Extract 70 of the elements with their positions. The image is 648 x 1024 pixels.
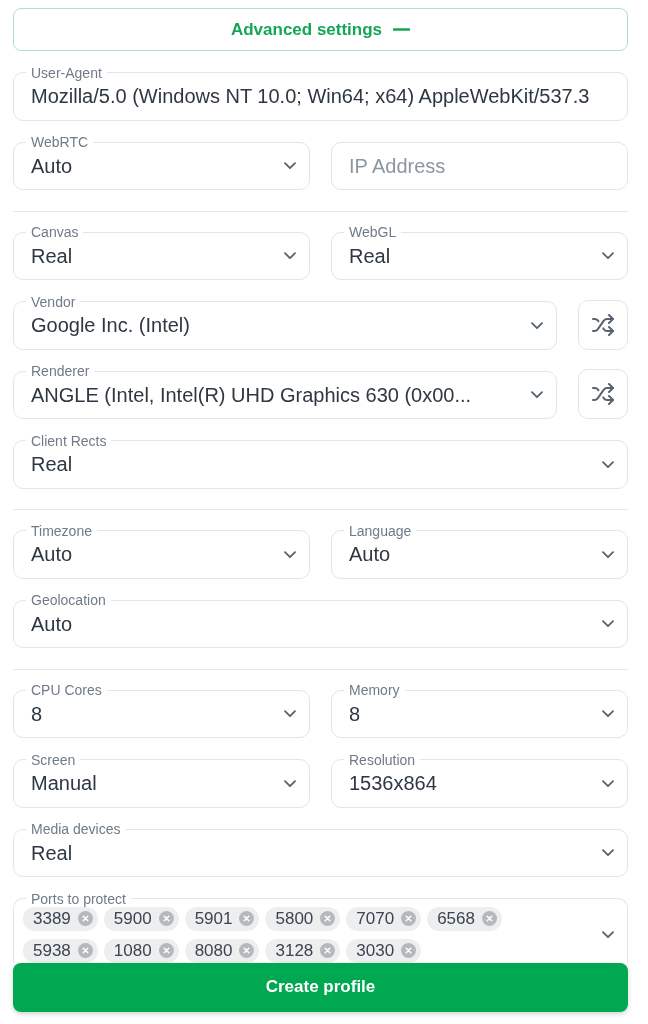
select-field[interactable]: WebRTC Auto	[13, 134, 310, 190]
chevron-down-icon	[602, 779, 614, 788]
select-field[interactable]: Memory 8	[331, 682, 628, 738]
select-field[interactable]: Timezone Auto	[13, 522, 310, 579]
select-field[interactable]: WebGL Real	[331, 224, 628, 280]
shuffle-button[interactable]	[578, 369, 628, 419]
port-tag: 3030	[346, 938, 422, 963]
field-label: Ports to protect	[30, 890, 127, 907]
port-tag: 5938	[23, 938, 98, 963]
close-icon[interactable]	[401, 911, 417, 926]
field-label: User-Agent	[30, 64, 103, 81]
select-field[interactable]: Renderer ANGLE (Intel, Intel(R) UHD Graphics 630 (0x00...	[13, 363, 557, 419]
select-field[interactable]: Geolocation Auto	[13, 592, 628, 648]
chevron-down-icon	[284, 162, 296, 170]
chevron-down-icon	[284, 550, 296, 559]
shuffle-icon	[591, 313, 615, 336]
field-label: Resolution	[348, 751, 417, 768]
select-field[interactable]: Vendor Google Inc. (Intel)	[13, 293, 557, 350]
close-icon[interactable]	[77, 943, 93, 958]
field-label: Canvas	[30, 224, 80, 240]
port-tag: 5900	[103, 906, 179, 931]
port-tag: 5901	[184, 906, 260, 931]
close-icon[interactable]	[320, 911, 336, 926]
chevron-down-icon	[531, 391, 543, 399]
field-label: WebGL	[348, 224, 398, 240]
port-tag: 6568	[427, 906, 502, 931]
select-field[interactable]: Canvas Real	[13, 224, 310, 280]
field-label: CPU Cores	[30, 682, 103, 698]
field-label: Timezone	[30, 522, 93, 539]
field-label: WebRTC	[30, 134, 90, 150]
select-field[interactable]: CPU Cores 8	[13, 682, 310, 738]
close-icon[interactable]	[239, 943, 255, 958]
close-icon[interactable]	[481, 911, 497, 926]
close-icon[interactable]	[158, 943, 174, 958]
chevron-down-icon	[602, 252, 614, 260]
chevron-down-icon	[284, 252, 296, 260]
port-tag: 3128	[265, 938, 341, 963]
field-label: Memory	[348, 682, 401, 698]
port-tag: 8080	[184, 938, 260, 963]
chevron-down-icon	[602, 849, 614, 857]
chevron-down-icon	[531, 321, 543, 330]
field-label: Client Rects	[30, 432, 108, 449]
close-icon[interactable]	[239, 911, 255, 926]
chevron-down-icon	[284, 779, 296, 788]
port-tag: 5800	[265, 906, 341, 931]
field-label: Language	[348, 522, 413, 539]
select-field[interactable]: Resolution 1536x864	[331, 751, 628, 808]
field-label: Vendor	[30, 293, 77, 310]
close-icon[interactable]	[401, 943, 417, 958]
chevron-down-icon	[602, 930, 614, 939]
shuffle-button[interactable]	[578, 299, 628, 350]
port-tag: 7070	[346, 906, 422, 931]
close-icon[interactable]	[158, 911, 174, 926]
field-label: Geolocation	[30, 592, 107, 608]
close-icon[interactable]	[320, 943, 336, 958]
field-label: Screen	[30, 751, 77, 768]
chevron-down-icon	[602, 460, 614, 469]
chevron-down-icon	[602, 620, 614, 628]
chevron-down-icon	[284, 710, 296, 718]
select-field[interactable]: Media devices Real	[13, 821, 628, 877]
field-label: Renderer	[30, 363, 91, 379]
chevron-down-icon	[602, 710, 614, 718]
select-field[interactable]: Client Rects Real	[13, 432, 628, 489]
port-tag: 1080	[103, 938, 179, 963]
input-field[interactable]: IP Address	[331, 142, 628, 190]
chevron-down-icon	[602, 550, 614, 559]
close-icon[interactable]	[77, 911, 93, 926]
port-tag: 3389	[23, 906, 98, 931]
shuffle-icon	[591, 383, 615, 405]
field-label: Media devices	[30, 821, 122, 837]
